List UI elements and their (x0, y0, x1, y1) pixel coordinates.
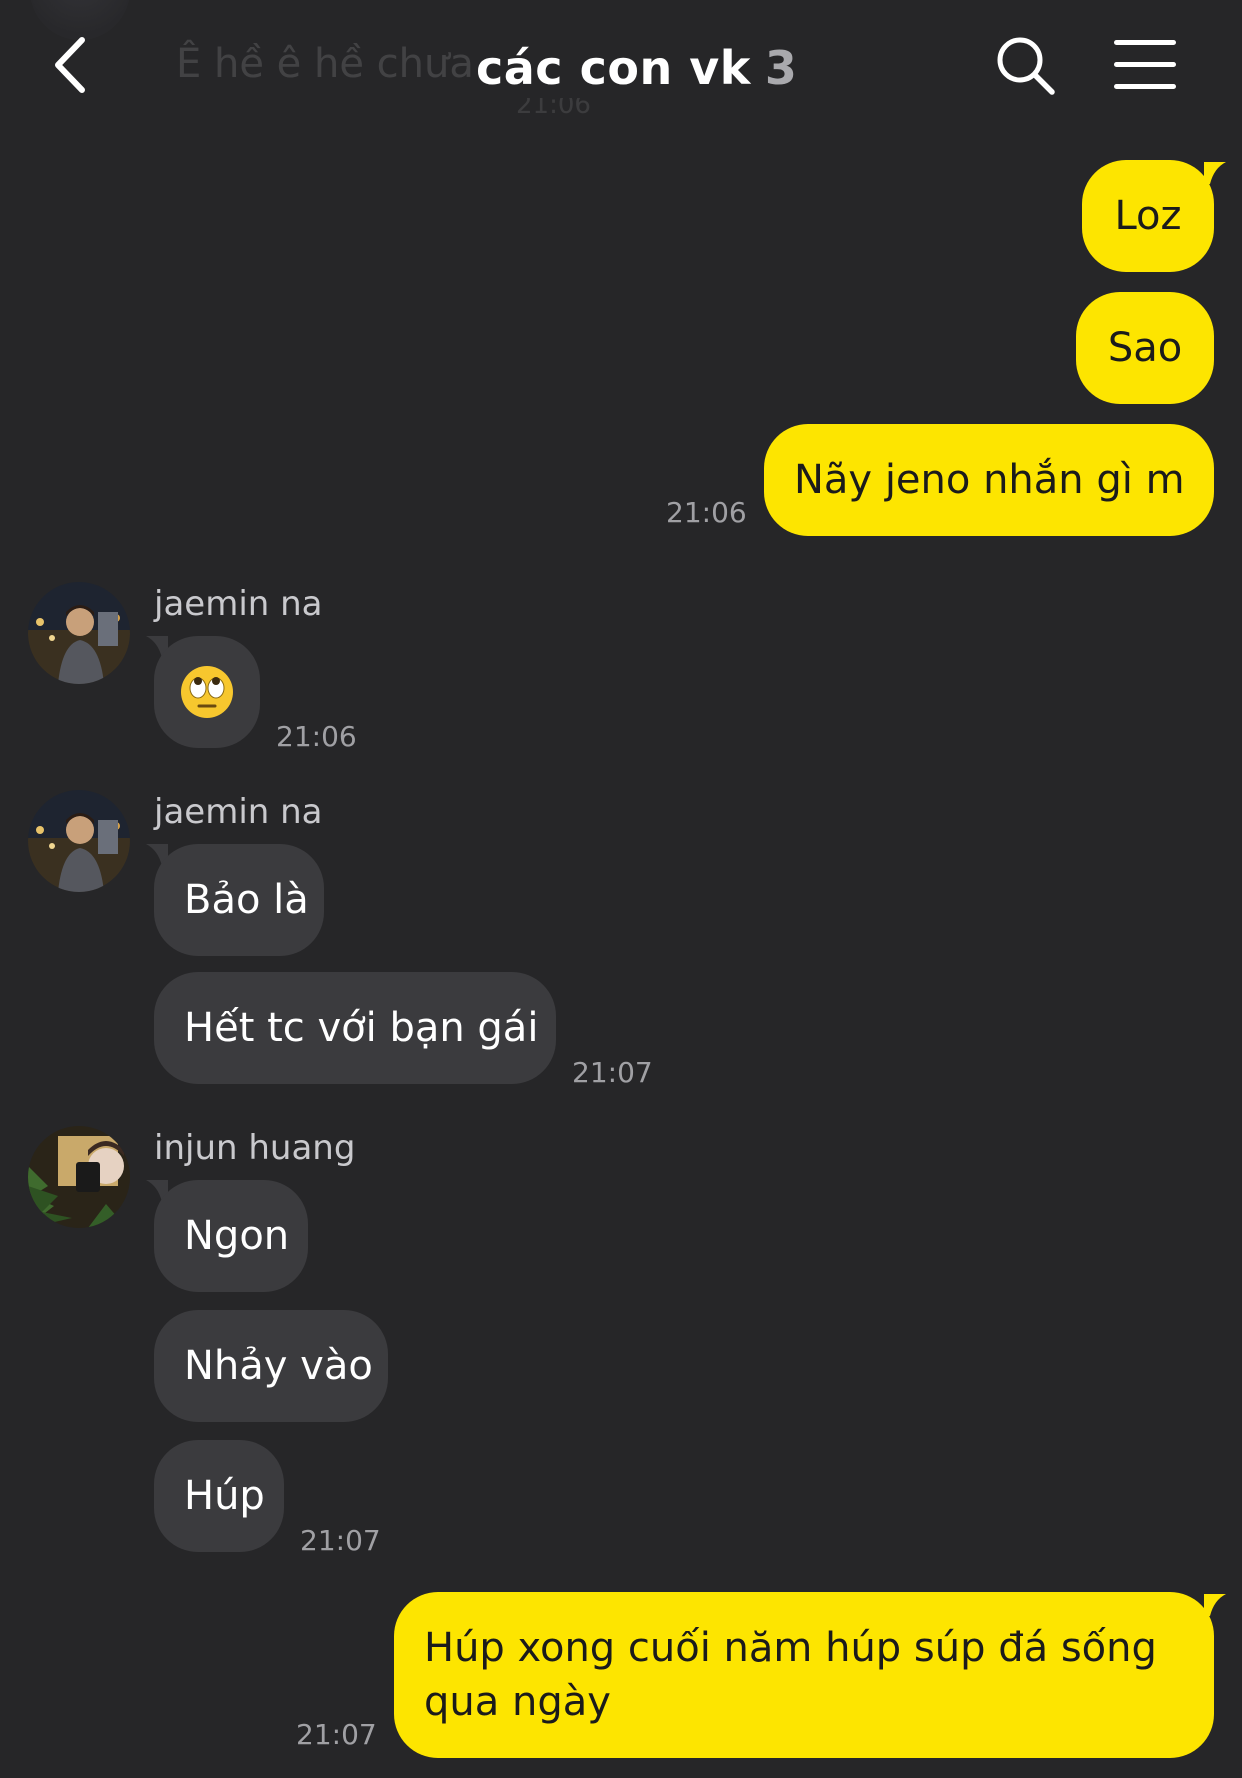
menu-button[interactable] (1112, 38, 1178, 92)
chat-header: Ê hề ê hề chưa 21:06 các con vk 3 (0, 0, 1242, 130)
sender-name: jaemin na (154, 584, 323, 624)
back-button[interactable] (44, 30, 114, 100)
avatar-photo (28, 790, 130, 892)
search-icon (997, 37, 1055, 95)
chat-screen: Ê hề ê hề chưa 21:06 các con vk 3 Loz Sa… (0, 0, 1242, 1778)
incoming-message-bubble[interactable]: Ngon (154, 1180, 308, 1292)
message-text: Húp (184, 1473, 265, 1519)
message-timestamp: 21:07 (572, 1056, 653, 1089)
avatar[interactable] (28, 790, 130, 892)
chat-title-group[interactable]: các con vk 3 (476, 38, 797, 98)
avatar-photo (28, 1126, 130, 1228)
incoming-message-bubble[interactable] (154, 636, 260, 748)
message-timestamp: 21:07 (296, 1718, 377, 1751)
message-text: Hết tc với bạn gái (184, 1005, 539, 1051)
avatar[interactable] (28, 1126, 130, 1228)
incoming-message-bubble[interactable]: Bảo là (154, 844, 324, 956)
scrolled-message-ghost: Ê hề ê hề chưa (176, 41, 474, 87)
incoming-message-bubble[interactable]: Nhảy vào (154, 1310, 388, 1422)
sender-name: injun huang (154, 1128, 356, 1168)
sender-name: jaemin na (154, 792, 323, 832)
incoming-message-bubble[interactable]: Húp (154, 1440, 284, 1552)
message-timestamp: 21:06 (276, 720, 357, 753)
message-text: Bảo là (184, 877, 309, 923)
outgoing-message-bubble[interactable]: Loz (1082, 160, 1214, 272)
message-text-line: qua ngày (424, 1679, 611, 1725)
member-count: 3 (764, 41, 797, 95)
message-text: Nhảy vào (184, 1343, 373, 1389)
message-text: Sao (1107, 325, 1183, 371)
message-text: Loz (1114, 193, 1182, 239)
incoming-message-bubble[interactable]: Hết tc với bạn gái (154, 972, 556, 1084)
eye-roll-emoji (181, 666, 233, 718)
chat-title: các con vk (476, 41, 751, 95)
message-timestamp: 21:06 (666, 496, 747, 529)
message-timestamp: 21:07 (300, 1524, 381, 1557)
message-text-line: Húp xong cuối năm húp súp đá sống (424, 1625, 1157, 1671)
hamburger-menu-icon (1114, 40, 1176, 89)
avatar[interactable] (28, 582, 130, 684)
message-text: Nãy jeno nhắn gì m (794, 457, 1185, 503)
avatar-photo (28, 582, 130, 684)
message-text: Ngon (184, 1213, 290, 1259)
chevron-left-icon (55, 37, 85, 93)
outgoing-message-bubble[interactable]: Nãy jeno nhắn gì m (764, 424, 1214, 536)
search-button[interactable] (994, 34, 1058, 98)
outgoing-message-bubble[interactable]: Sao (1076, 292, 1214, 404)
outgoing-message-bubble[interactable]: Húp xong cuối năm húp súp đá sống qua ng… (394, 1592, 1214, 1758)
